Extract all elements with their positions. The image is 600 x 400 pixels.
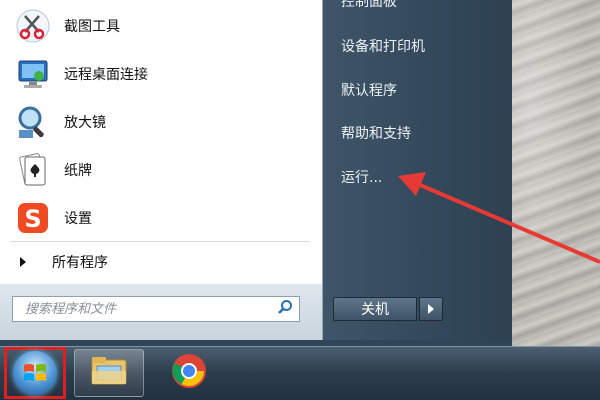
program-label: 设置	[64, 211, 92, 227]
devices-and-printers-item[interactable]: 设备和打印机	[341, 36, 425, 56]
run-item[interactable]: 运行...	[341, 167, 382, 187]
start-menu-places-pane: 控制面板 设备和打印机 默认程序 帮助和支持 运行... 关机	[323, 0, 512, 340]
program-magnifier[interactable]: 放大镜	[6, 100, 316, 144]
desktop-wallpaper	[512, 0, 600, 346]
program-settings[interactable]: S 设置	[6, 196, 316, 240]
chrome-icon	[170, 352, 208, 394]
all-programs-label: 所有程序	[52, 255, 108, 271]
windows-start-icon	[13, 351, 57, 395]
search-input[interactable]	[23, 300, 277, 318]
search-box[interactable]	[12, 296, 300, 322]
program-label: 远程桌面连接	[64, 67, 148, 83]
program-snipping-tool[interactable]: 截图工具	[6, 4, 316, 48]
taskbar-chrome-button[interactable]	[154, 349, 224, 397]
sogou-s-icon: S	[14, 199, 52, 237]
file-explorer-icon	[89, 354, 129, 392]
taskbar-explorer-button[interactable]	[74, 349, 144, 397]
start-menu-programs-pane: 截图工具 远程桌面连接 放大镜 纸牌 S 设置 所有程序 搜索程序和文件	[0, 0, 323, 340]
program-solitaire[interactable]: 纸牌	[6, 148, 316, 192]
shutdown-button[interactable]: 关机	[333, 297, 417, 321]
snipping-tool-icon	[14, 7, 52, 45]
default-programs-item[interactable]: 默认程序	[341, 80, 397, 100]
solitaire-icon	[14, 151, 52, 189]
chevron-right-icon	[20, 257, 26, 267]
control-panel-item[interactable]: 控制面板	[341, 0, 397, 11]
remote-desktop-icon	[14, 55, 52, 93]
shutdown-options-button[interactable]	[419, 297, 443, 321]
start-button[interactable]	[4, 347, 66, 399]
help-and-support-item[interactable]: 帮助和支持	[341, 123, 411, 143]
program-label: 纸牌	[64, 163, 92, 179]
program-label: 截图工具	[64, 19, 120, 35]
program-remote-desktop[interactable]: 远程桌面连接	[6, 52, 316, 96]
menu-divider	[10, 241, 310, 242]
program-label: 放大镜	[64, 115, 106, 131]
chevron-right-icon	[428, 304, 434, 314]
svg-text:S: S	[24, 205, 41, 233]
search-area	[0, 284, 322, 340]
magnifier-icon	[14, 103, 52, 141]
taskbar	[0, 346, 600, 400]
all-programs-item[interactable]: 所有程序	[10, 248, 310, 276]
search-icon[interactable]	[277, 299, 293, 319]
